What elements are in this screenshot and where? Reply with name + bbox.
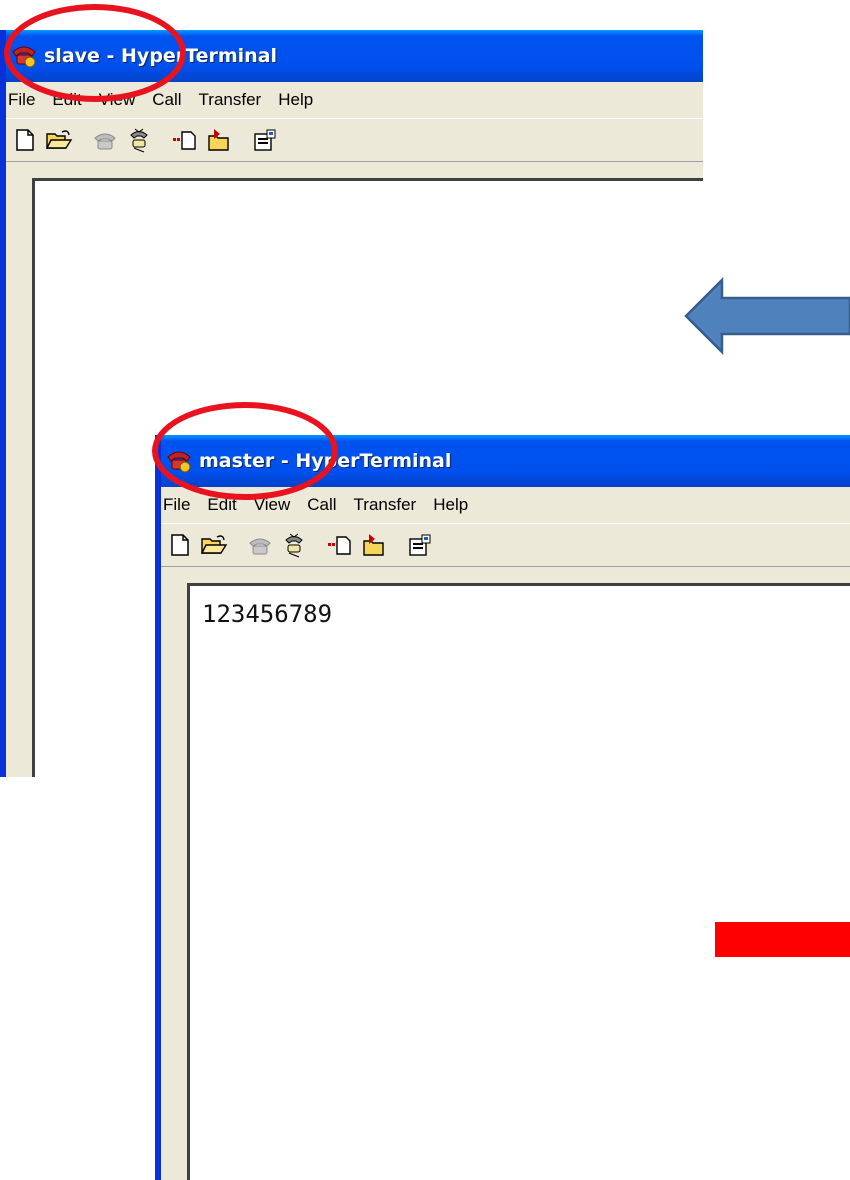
receive-file-icon[interactable] [204,125,234,155]
menu-file[interactable]: File [163,495,190,515]
terminal-text: 123456789 [202,600,333,628]
properties-icon[interactable] [405,530,435,560]
master-window: master - HyperTerminal File Edit View Ca… [155,435,850,1180]
receive-file-icon[interactable] [359,530,389,560]
left-arrow-icon [684,276,850,356]
menu-help[interactable]: Help [278,90,313,110]
menu-transfer[interactable]: Transfer [199,90,262,110]
new-connection-icon[interactable] [165,530,195,560]
open-icon[interactable] [199,530,229,560]
open-icon[interactable] [44,125,74,155]
send-file-icon[interactable] [170,125,200,155]
dial-icon[interactable] [124,125,154,155]
toolbar [161,523,850,566]
highlight-ellipse-slave [4,4,186,102]
red-bar-annotation [715,922,850,957]
terminal-area[interactable]: 123456789 [187,583,850,1180]
menu-file[interactable]: File [8,90,35,110]
terminal-frame: 123456789 [161,566,850,1180]
properties-icon[interactable] [250,125,280,155]
new-connection-icon[interactable] [10,125,40,155]
menu-transfer[interactable]: Transfer [354,495,417,515]
menu-call[interactable]: Call [152,90,181,110]
terminal-text [35,181,703,195]
highlight-ellipse-master [152,402,338,500]
disconnect-icon[interactable] [90,125,120,155]
dial-icon[interactable] [279,530,309,560]
send-file-icon[interactable] [325,530,355,560]
menu-call[interactable]: Call [307,495,336,515]
toolbar [6,118,703,161]
disconnect-icon[interactable] [245,530,275,560]
menu-help[interactable]: Help [433,495,468,515]
